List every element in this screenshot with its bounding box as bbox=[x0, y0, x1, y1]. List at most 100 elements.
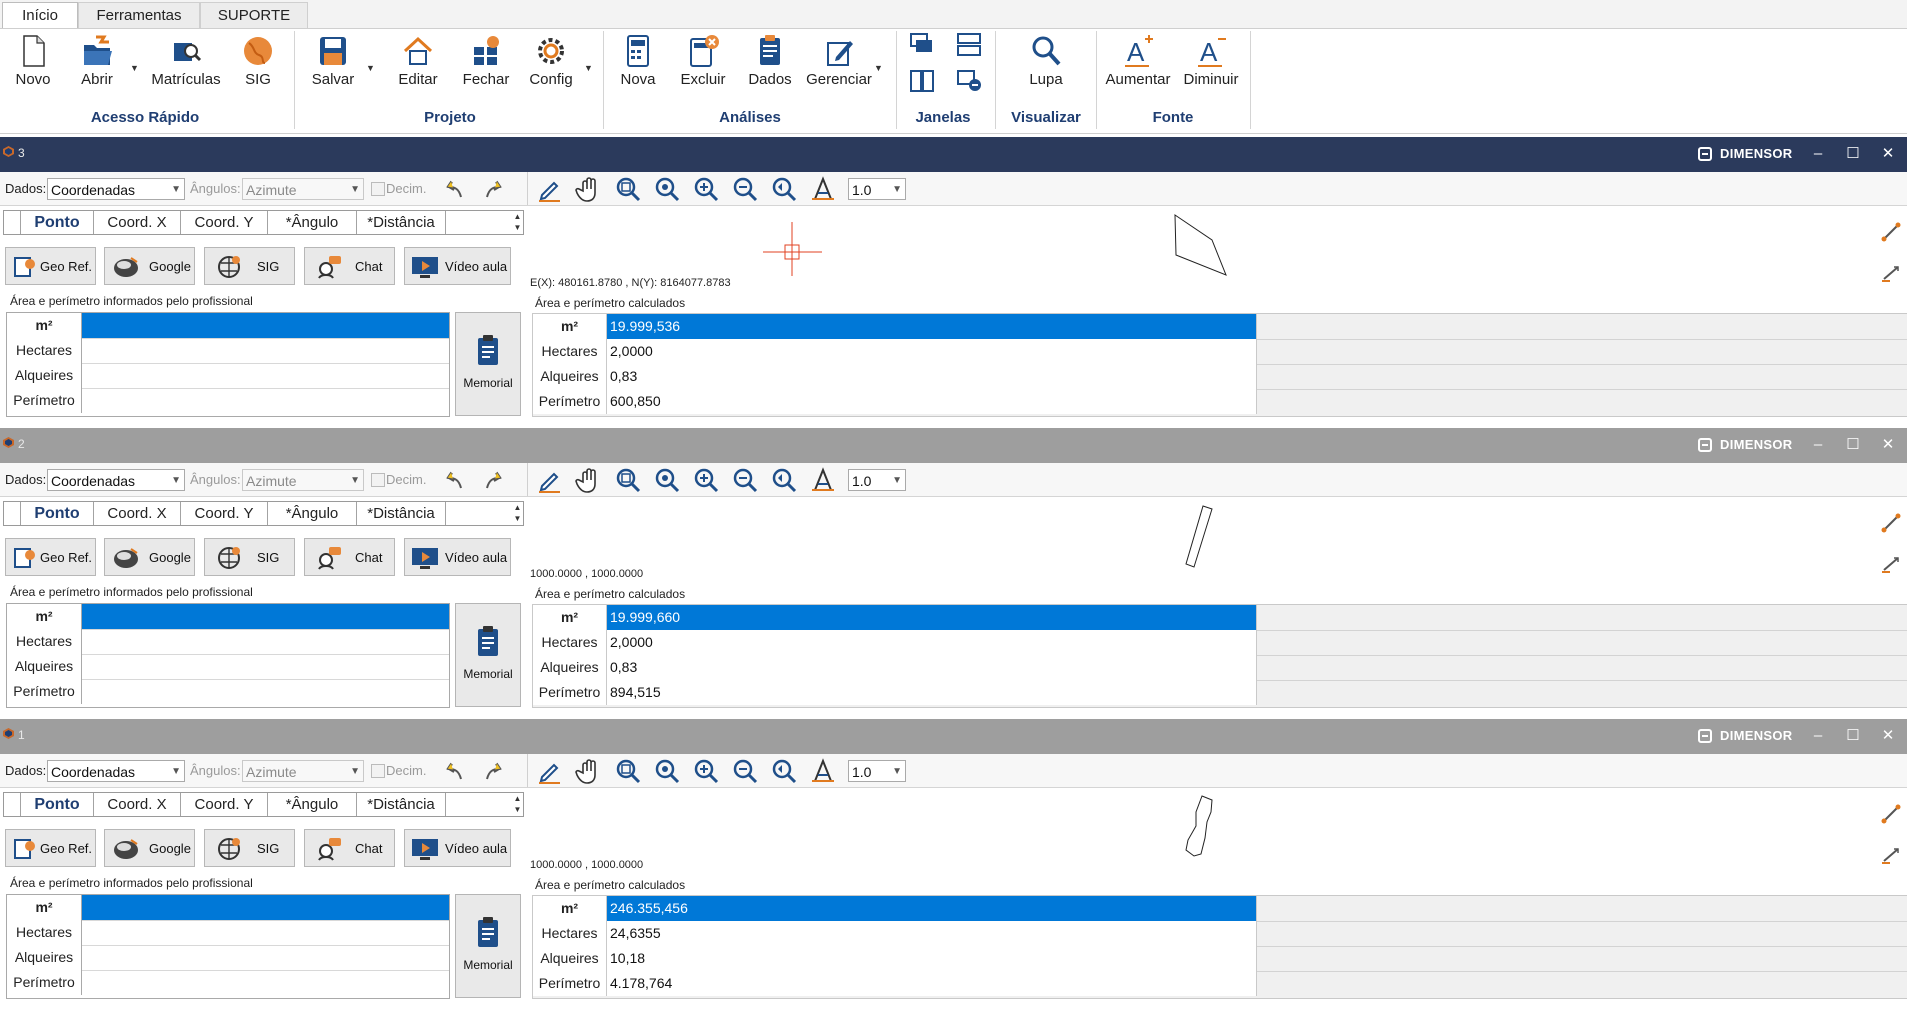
informed-m2-field[interactable] bbox=[82, 604, 449, 629]
salvar-dropdown-icon[interactable]: ▼ bbox=[366, 63, 375, 73]
fechar-button[interactable]: Fechar bbox=[462, 33, 510, 99]
calculated-m2-value[interactable]: 19.999,536 bbox=[607, 314, 1257, 339]
novo-button[interactable]: Novo bbox=[8, 33, 58, 99]
zoom-in-icon[interactable] bbox=[692, 466, 720, 494]
zoom-out-icon[interactable] bbox=[731, 466, 759, 494]
window-titlebar[interactable]: 1 DIMENSOR – ☐ ✕ bbox=[0, 719, 1907, 754]
zoom-scale-select[interactable]: 1.0 ▼ bbox=[848, 760, 906, 782]
calculated-perimetro-value[interactable]: 600,850 bbox=[607, 389, 1257, 414]
lupa-button[interactable]: Lupa bbox=[1024, 33, 1068, 99]
informed-hectares-field[interactable] bbox=[82, 920, 449, 945]
tab-inicio[interactable]: Início bbox=[2, 2, 78, 30]
column-coord-y[interactable]: Coord. Y bbox=[181, 793, 268, 816]
informed-perimetro-field[interactable] bbox=[82, 970, 449, 995]
zoom-in-icon[interactable] bbox=[692, 757, 720, 785]
nova-button[interactable]: Nova bbox=[618, 33, 658, 99]
sig-button[interactable]: SIG bbox=[238, 33, 278, 99]
column-angulo[interactable]: *Ângulo bbox=[268, 502, 357, 525]
chat-button[interactable]: Chat bbox=[304, 247, 395, 285]
config-button[interactable]: Config bbox=[528, 33, 574, 99]
abrir-button[interactable]: Abrir bbox=[72, 33, 122, 99]
informed-m2-field[interactable] bbox=[82, 313, 449, 338]
google-button[interactable]: Google bbox=[104, 247, 195, 285]
maximize-icon[interactable]: ☐ bbox=[1842, 434, 1864, 456]
grid-scroll-spinner[interactable]: ▲ ▼ bbox=[512, 502, 523, 525]
informed-hectares-field[interactable] bbox=[82, 629, 449, 654]
geo-ref-button[interactable]: Geo Ref. bbox=[5, 247, 96, 285]
dados-button[interactable]: Dados bbox=[748, 33, 792, 99]
column-distancia[interactable]: *Distância bbox=[357, 793, 446, 816]
pan-hand-icon[interactable] bbox=[575, 757, 603, 785]
informed-alqueires-field[interactable] bbox=[82, 654, 449, 679]
google-button[interactable]: Google bbox=[104, 538, 195, 576]
memorial-button[interactable]: Memorial bbox=[455, 603, 521, 707]
tile-vertical-icon[interactable] bbox=[907, 67, 937, 95]
undo-icon[interactable] bbox=[441, 175, 469, 203]
angulos-select[interactable]: Azimute ▼ bbox=[242, 760, 364, 782]
angulos-select[interactable]: Azimute ▼ bbox=[242, 469, 364, 491]
zoom-window-icon[interactable] bbox=[614, 175, 642, 203]
column-angulo[interactable]: *Ângulo bbox=[268, 211, 357, 234]
calculated-perimetro-value[interactable]: 4.178,764 bbox=[607, 971, 1257, 996]
matriculas-button[interactable]: Matrículas bbox=[150, 33, 222, 99]
dados-select[interactable]: Coordenadas ▼ bbox=[47, 760, 185, 782]
calculated-hectares-value[interactable]: 2,0000 bbox=[607, 339, 1257, 364]
column-ponto[interactable]: Ponto bbox=[21, 211, 94, 234]
sig-action-button[interactable]: SIG bbox=[204, 538, 295, 576]
informed-perimetro-field[interactable] bbox=[82, 679, 449, 704]
gerenciar-button[interactable]: Gerenciar bbox=[806, 33, 872, 99]
zoom-extents-icon[interactable] bbox=[653, 466, 681, 494]
column-coord-y[interactable]: Coord. Y bbox=[181, 211, 268, 234]
minimize-icon[interactable]: – bbox=[1807, 143, 1829, 165]
informed-alqueires-field[interactable] bbox=[82, 945, 449, 970]
calculated-hectares-value[interactable]: 24,6355 bbox=[607, 921, 1257, 946]
excluir-button[interactable]: Excluir bbox=[680, 33, 726, 99]
redo-icon[interactable] bbox=[479, 466, 507, 494]
tab-suporte[interactable]: SUPORTE bbox=[200, 2, 308, 28]
column-ponto[interactable]: Ponto bbox=[21, 502, 94, 525]
column-angulo[interactable]: *Ângulo bbox=[268, 793, 357, 816]
cascade-windows-icon[interactable] bbox=[907, 31, 937, 59]
calculated-alqueires-value[interactable]: 0,83 bbox=[607, 364, 1257, 389]
maximize-icon[interactable]: ☐ bbox=[1842, 143, 1864, 165]
undo-icon[interactable] bbox=[441, 757, 469, 785]
redo-icon[interactable] bbox=[479, 757, 507, 785]
zoom-scale-select[interactable]: 1.0 ▼ bbox=[848, 178, 906, 200]
chat-button[interactable]: Chat bbox=[304, 829, 395, 867]
zoom-out-icon[interactable] bbox=[731, 175, 759, 203]
calculated-alqueires-value[interactable]: 0,83 bbox=[607, 655, 1257, 680]
calculated-m2-value[interactable]: 246.355,456 bbox=[607, 896, 1257, 921]
decim-checkbox[interactable] bbox=[371, 473, 385, 487]
pencil-icon[interactable] bbox=[536, 175, 564, 203]
grid-scroll-spinner[interactable]: ▲ ▼ bbox=[512, 793, 523, 816]
measure-distance-icon[interactable] bbox=[1880, 261, 1902, 283]
redo-icon[interactable] bbox=[479, 175, 507, 203]
memorial-button[interactable]: Memorial bbox=[455, 894, 521, 998]
calculated-hectares-value[interactable]: 2,0000 bbox=[607, 630, 1257, 655]
video-aula-button[interactable]: Vídeo aula bbox=[404, 538, 511, 576]
close-windows-icon[interactable] bbox=[954, 67, 984, 95]
pan-hand-icon[interactable] bbox=[575, 175, 603, 203]
diminuir-button[interactable]: A Diminuir bbox=[1180, 33, 1242, 99]
minimize-icon[interactable]: – bbox=[1807, 434, 1829, 456]
zoom-extents-icon[interactable] bbox=[653, 175, 681, 203]
video-aula-button[interactable]: Vídeo aula bbox=[404, 829, 511, 867]
pencil-icon[interactable] bbox=[536, 466, 564, 494]
drawing-canvas[interactable] bbox=[528, 206, 1907, 290]
informed-hectares-field[interactable] bbox=[82, 338, 449, 363]
draw-line-icon[interactable] bbox=[1880, 221, 1902, 243]
pan-hand-icon[interactable] bbox=[575, 466, 603, 494]
measure-angle-icon[interactable] bbox=[809, 466, 837, 494]
geo-ref-button[interactable]: Geo Ref. bbox=[5, 829, 96, 867]
drawing-canvas[interactable] bbox=[528, 497, 1907, 581]
zoom-scale-select[interactable]: 1.0 ▼ bbox=[848, 469, 906, 491]
measure-distance-icon[interactable] bbox=[1880, 843, 1902, 865]
column-coord-x[interactable]: Coord. X bbox=[94, 793, 181, 816]
window-titlebar[interactable]: 3 DIMENSOR – ☐ ✕ bbox=[0, 137, 1907, 172]
sig-action-button[interactable]: SIG bbox=[204, 247, 295, 285]
config-dropdown-icon[interactable]: ▼ bbox=[584, 63, 593, 73]
measure-angle-icon[interactable] bbox=[809, 757, 837, 785]
close-icon[interactable]: ✕ bbox=[1877, 434, 1899, 456]
informed-m2-field[interactable] bbox=[82, 895, 449, 920]
drawing-canvas[interactable] bbox=[528, 788, 1907, 872]
